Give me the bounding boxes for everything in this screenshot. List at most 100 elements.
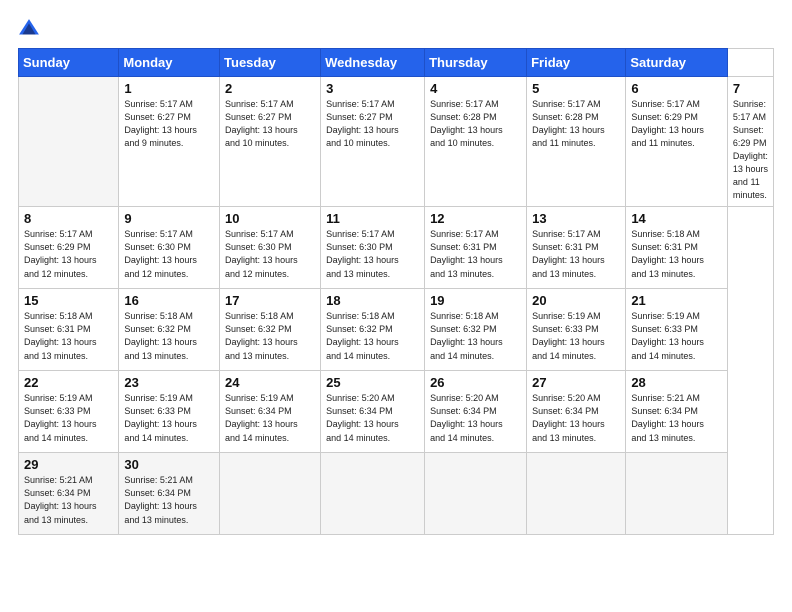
header-day-friday: Friday <box>527 49 626 77</box>
day-info: Sunrise: 5:20 AMSunset: 6:34 PMDaylight:… <box>532 392 620 444</box>
calendar-cell <box>527 453 626 535</box>
calendar-cell: 16Sunrise: 5:18 AMSunset: 6:32 PMDayligh… <box>119 289 220 371</box>
day-number: 18 <box>326 293 419 308</box>
day-info: Sunrise: 5:17 AMSunset: 6:30 PMDaylight:… <box>225 228 315 280</box>
day-number: 28 <box>631 375 722 390</box>
calendar-cell: 2 Sunrise: 5:17 AMSunset: 6:27 PMDaylight… <box>220 77 321 207</box>
day-number: 27 <box>532 375 620 390</box>
day-number: 19 <box>430 293 521 308</box>
day-number: 4 <box>430 81 521 96</box>
calendar-cell: 23Sunrise: 5:19 AMSunset: 6:33 PMDayligh… <box>119 371 220 453</box>
calendar-cell: 13Sunrise: 5:17 AMSunset: 6:31 PMDayligh… <box>527 207 626 289</box>
day-info: Sunrise: 5:18 AMSunset: 6:32 PMDaylight:… <box>225 310 315 362</box>
calendar-cell: 20 Sunrise: 5:19 AMSunset: 6:33 PMDayligh… <box>527 289 626 371</box>
calendar-cell: 30 Sunrise: 5:21 AMSunset: 6:34 PMDayligh… <box>119 453 220 535</box>
calendar-cell: 15 Sunrise: 5:18 AMSunset: 6:31 PMDayligh… <box>19 289 119 371</box>
day-number: 2 <box>225 81 315 96</box>
day-number: 25 <box>326 375 419 390</box>
day-number: 3 <box>326 81 419 96</box>
logo-icon <box>18 18 40 40</box>
day-number: 7 <box>733 81 768 96</box>
calendar-cell: 14Sunrise: 5:18 AMSunset: 6:31 PMDayligh… <box>626 207 728 289</box>
header-day-saturday: Saturday <box>626 49 728 77</box>
day-info: Sunrise: 5:17 AMSunset: 6:28 PMDaylight:… <box>430 98 521 150</box>
calendar-cell: 18 Sunrise: 5:18 AMSunset: 6:32 PMDayligh… <box>321 289 425 371</box>
day-info: Sunrise: 5:17 AMSunset: 6:30 PMDaylight:… <box>326 228 419 280</box>
day-number: 14 <box>631 211 722 226</box>
calendar-cell: 4 Sunrise: 5:17 AMSunset: 6:28 PMDaylight… <box>425 77 527 207</box>
day-number: 6 <box>631 81 722 96</box>
day-info: Sunrise: 5:20 AMSunset: 6:34 PMDaylight:… <box>326 392 419 444</box>
calendar-cell: 6 Sunrise: 5:17 AMSunset: 6:29 PMDaylight… <box>626 77 728 207</box>
page: SundayMondayTuesdayWednesdayThursdayFrid… <box>0 0 792 612</box>
day-info: Sunrise: 5:21 AMSunset: 6:34 PMDaylight:… <box>124 474 214 526</box>
calendar-cell <box>220 453 321 535</box>
calendar-cell <box>425 453 527 535</box>
calendar-week-row: 15 Sunrise: 5:18 AMSunset: 6:31 PMDayligh… <box>19 289 774 371</box>
day-info: Sunrise: 5:17 AMSunset: 6:28 PMDaylight:… <box>532 98 620 150</box>
calendar-cell: 22 Sunrise: 5:19 AMSunset: 6:33 PMDayligh… <box>19 371 119 453</box>
calendar-cell: 3 Sunrise: 5:17 AMSunset: 6:27 PMDaylight… <box>321 77 425 207</box>
calendar-cell: 5 Sunrise: 5:17 AMSunset: 6:28 PMDaylight… <box>527 77 626 207</box>
day-number: 22 <box>24 375 113 390</box>
calendar-cell: 26 Sunrise: 5:20 AMSunset: 6:34 PMDayligh… <box>425 371 527 453</box>
header-day-thursday: Thursday <box>425 49 527 77</box>
day-info: Sunrise: 5:17 AMSunset: 6:31 PMDaylight:… <box>430 228 521 280</box>
day-info: Sunrise: 5:19 AMSunset: 6:34 PMDaylight:… <box>225 392 315 444</box>
calendar-week-row: 22 Sunrise: 5:19 AMSunset: 6:33 PMDayligh… <box>19 371 774 453</box>
calendar-cell: 28 Sunrise: 5:21 AMSunset: 6:34 PMDayligh… <box>626 371 728 453</box>
day-info: Sunrise: 5:21 AMSunset: 6:34 PMDaylight:… <box>24 474 113 526</box>
day-number: 29 <box>24 457 113 472</box>
day-info: Sunrise: 5:18 AMSunset: 6:32 PMDaylight:… <box>430 310 521 362</box>
logo <box>18 18 44 40</box>
calendar-table: SundayMondayTuesdayWednesdayThursdayFrid… <box>18 48 774 535</box>
day-info: Sunrise: 5:17 AMSunset: 6:29 PMDaylight:… <box>24 228 113 280</box>
calendar-cell: 25 Sunrise: 5:20 AMSunset: 6:34 PMDayligh… <box>321 371 425 453</box>
header-day-wednesday: Wednesday <box>321 49 425 77</box>
day-number: 21 <box>631 293 722 308</box>
calendar-cell: 1 Sunrise: 5:17 AMSunset: 6:27 PMDaylight… <box>119 77 220 207</box>
day-info: Sunrise: 5:18 AMSunset: 6:32 PMDaylight:… <box>326 310 419 362</box>
day-number: 16 <box>124 293 214 308</box>
day-number: 5 <box>532 81 620 96</box>
day-number: 30 <box>124 457 214 472</box>
calendar-cell: 12Sunrise: 5:17 AMSunset: 6:31 PMDayligh… <box>425 207 527 289</box>
day-info: Sunrise: 5:21 AMSunset: 6:34 PMDaylight:… <box>631 392 722 444</box>
day-info: Sunrise: 5:17 AMSunset: 6:27 PMDaylight:… <box>225 98 315 150</box>
day-number: 26 <box>430 375 521 390</box>
day-info: Sunrise: 5:17 AMSunset: 6:27 PMDaylight:… <box>326 98 419 150</box>
day-info: Sunrise: 5:17 AMSunset: 6:27 PMDaylight:… <box>124 98 214 150</box>
calendar-week-row: 1 Sunrise: 5:17 AMSunset: 6:27 PMDaylight… <box>19 77 774 207</box>
calendar-cell: 8 Sunrise: 5:17 AMSunset: 6:29 PMDaylight… <box>19 207 119 289</box>
day-number: 23 <box>124 375 214 390</box>
day-number: 24 <box>225 375 315 390</box>
calendar-cell: 17Sunrise: 5:18 AMSunset: 6:32 PMDayligh… <box>220 289 321 371</box>
day-number: 1 <box>124 81 214 96</box>
day-number: 9 <box>124 211 214 226</box>
calendar-cell: 11 Sunrise: 5:17 AMSunset: 6:30 PMDayligh… <box>321 207 425 289</box>
calendar-cell <box>19 77 119 207</box>
header <box>18 18 774 40</box>
header-day-tuesday: Tuesday <box>220 49 321 77</box>
calendar-header-row: SundayMondayTuesdayWednesdayThursdayFrid… <box>19 49 774 77</box>
calendar-week-row: 8 Sunrise: 5:17 AMSunset: 6:29 PMDaylight… <box>19 207 774 289</box>
day-number: 13 <box>532 211 620 226</box>
day-info: Sunrise: 5:19 AMSunset: 6:33 PMDaylight:… <box>24 392 113 444</box>
day-info: Sunrise: 5:17 AMSunset: 6:29 PMDaylight:… <box>631 98 722 150</box>
calendar-cell <box>321 453 425 535</box>
day-info: Sunrise: 5:19 AMSunset: 6:33 PMDaylight:… <box>532 310 620 362</box>
day-number: 8 <box>24 211 113 226</box>
calendar-cell: 21 Sunrise: 5:19 AMSunset: 6:33 PMDayligh… <box>626 289 728 371</box>
day-number: 11 <box>326 211 419 226</box>
calendar-cell: 19 Sunrise: 5:18 AMSunset: 6:32 PMDayligh… <box>425 289 527 371</box>
calendar-week-row: 29 Sunrise: 5:21 AMSunset: 6:34 PMDayligh… <box>19 453 774 535</box>
day-info: Sunrise: 5:19 AMSunset: 6:33 PMDaylight:… <box>631 310 722 362</box>
day-number: 20 <box>532 293 620 308</box>
day-info: Sunrise: 5:18 AMSunset: 6:31 PMDaylight:… <box>24 310 113 362</box>
header-day-monday: Monday <box>119 49 220 77</box>
calendar-cell: 9Sunrise: 5:17 AMSunset: 6:30 PMDaylight… <box>119 207 220 289</box>
day-number: 15 <box>24 293 113 308</box>
day-info: Sunrise: 5:20 AMSunset: 6:34 PMDaylight:… <box>430 392 521 444</box>
header-day-sunday: Sunday <box>19 49 119 77</box>
calendar-cell: 10Sunrise: 5:17 AMSunset: 6:30 PMDayligh… <box>220 207 321 289</box>
